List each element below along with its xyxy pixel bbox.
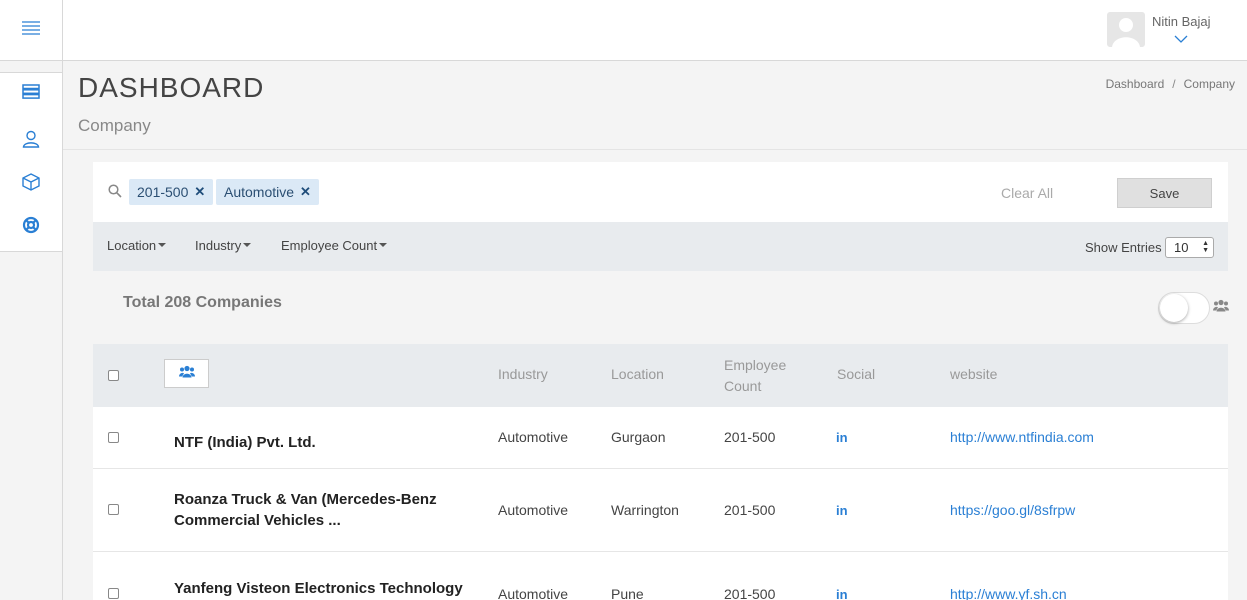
box-icon	[22, 172, 40, 196]
close-icon[interactable]: ✕	[194, 184, 205, 200]
dropdown-label: Employee Count	[281, 238, 378, 253]
group-view-button[interactable]	[164, 359, 209, 388]
toggle-knob	[1160, 294, 1188, 322]
select-all-checkbox[interactable]	[108, 370, 119, 381]
select-arrows-icon: ▲ ▼	[1202, 240, 1209, 254]
filter-panel: 201-500 ✕ Automotive ✕ Clear All Save	[93, 162, 1228, 222]
header-website[interactable]: website	[950, 366, 997, 382]
dropdown-label: Location	[107, 238, 157, 253]
header-social[interactable]: Social	[837, 366, 875, 382]
row-checkbox[interactable]	[108, 432, 119, 443]
industry-cell: Automotive	[498, 429, 569, 445]
user-name[interactable]: Nitin Bajaj	[1152, 14, 1211, 29]
table-header: Industry Location Employee Count Social …	[93, 344, 1228, 407]
table-row[interactable]: NTF (India) Pvt. Ltd. Automotive Gurgaon…	[93, 407, 1228, 469]
show-entries-value: 10	[1174, 240, 1189, 255]
linkedin-icon[interactable]: in	[836, 503, 848, 518]
linkedin-icon[interactable]: in	[836, 587, 848, 600]
lifebuoy-icon	[22, 216, 40, 239]
sidebar-item-support[interactable]	[0, 212, 62, 242]
breadcrumb-separator: /	[1172, 77, 1176, 91]
linkedin-icon[interactable]: in	[836, 430, 848, 445]
companies-table: Industry Location Employee Count Social …	[93, 344, 1228, 600]
filter-chip-employee-count: 201-500 ✕	[129, 179, 214, 205]
employee-count-cell: 201-500	[724, 502, 776, 518]
clear-all-button[interactable]: Clear All	[1001, 185, 1053, 201]
view-toggle[interactable]	[1158, 292, 1210, 324]
row-checkbox[interactable]	[108, 588, 119, 599]
show-entries-label: Show Entries	[1085, 240, 1162, 255]
table-row[interactable]: Roanza Truck & Van (Mercedes-Benz Commer…	[93, 469, 1228, 552]
sidebar-header	[0, 0, 62, 61]
save-button[interactable]: Save	[1117, 178, 1212, 208]
employee-count-cell: 201-500	[724, 429, 776, 445]
search-icon	[108, 184, 122, 203]
sidebar-nav	[0, 72, 62, 252]
sidebar-item-products[interactable]	[0, 169, 62, 199]
sidebar-item-dashboard[interactable]	[0, 79, 62, 109]
user-icon	[22, 130, 40, 153]
users-icon	[178, 365, 195, 383]
location-cell: Pune	[611, 586, 644, 600]
sidebar-item-users[interactable]	[0, 126, 62, 156]
server-icon	[22, 84, 40, 104]
website-link[interactable]: https://goo.gl/8sfrpw	[950, 502, 1075, 518]
sidebar	[0, 0, 63, 600]
dropdown-label: Industry	[195, 238, 242, 253]
chip-label: Automotive	[224, 184, 295, 200]
employee-count-dropdown[interactable]: Employee Count	[281, 238, 388, 253]
location-dropdown[interactable]: Location	[107, 238, 167, 253]
company-name[interactable]: NTF (India) Pvt. Ltd.	[174, 432, 474, 453]
website-link[interactable]: http://www.ntfindia.com	[950, 429, 1094, 445]
industry-cell: Automotive	[498, 586, 569, 600]
industry-cell: Automotive	[498, 502, 569, 518]
company-name[interactable]: Yanfeng Visteon Electronics Technology	[174, 578, 494, 599]
row-checkbox[interactable]	[108, 504, 119, 515]
caret-down-icon	[379, 242, 388, 247]
page-title: DASHBOARD	[78, 72, 265, 103]
company-name[interactable]: Roanza Truck & Van (Mercedes-Benz Commer…	[174, 489, 474, 531]
show-entries-select[interactable]: 10 ▲ ▼	[1165, 237, 1214, 258]
table-row[interactable]: Yanfeng Visteon Electronics Technology A…	[93, 552, 1228, 600]
caret-down-icon	[158, 242, 167, 247]
caret-down-icon	[243, 242, 252, 247]
website-link[interactable]: http://www.yf.sh.cn	[950, 586, 1067, 600]
total-count: Total 208 Companies	[123, 294, 282, 311]
top-bar: Nitin Bajaj	[63, 0, 1247, 61]
chip-label: 201-500	[137, 184, 189, 200]
divider	[63, 149, 1247, 150]
breadcrumb-company: Company	[1183, 77, 1235, 91]
location-cell: Gurgaon	[611, 429, 666, 445]
chevron-down-icon[interactable]	[1174, 30, 1188, 48]
close-icon[interactable]: ✕	[300, 184, 311, 200]
avatar[interactable]	[1107, 12, 1145, 47]
header-industry[interactable]: Industry	[498, 366, 548, 382]
filter-bar: Location Industry Employee Count Show En…	[93, 222, 1228, 271]
breadcrumb: Dashboard / Company	[1106, 77, 1235, 91]
filter-chip-industry: Automotive ✕	[216, 179, 319, 205]
page-subtitle: Company	[78, 116, 151, 135]
header-employee-count[interactable]: Employee Count	[724, 355, 786, 397]
header-location[interactable]: Location	[611, 366, 664, 382]
users-icon	[1213, 299, 1229, 317]
employee-count-cell: 201-500	[724, 586, 776, 600]
hamburger-icon[interactable]	[22, 20, 40, 40]
industry-dropdown[interactable]: Industry	[195, 238, 252, 253]
breadcrumb-dashboard[interactable]: Dashboard	[1106, 77, 1165, 91]
location-cell: Warrington	[611, 502, 679, 518]
